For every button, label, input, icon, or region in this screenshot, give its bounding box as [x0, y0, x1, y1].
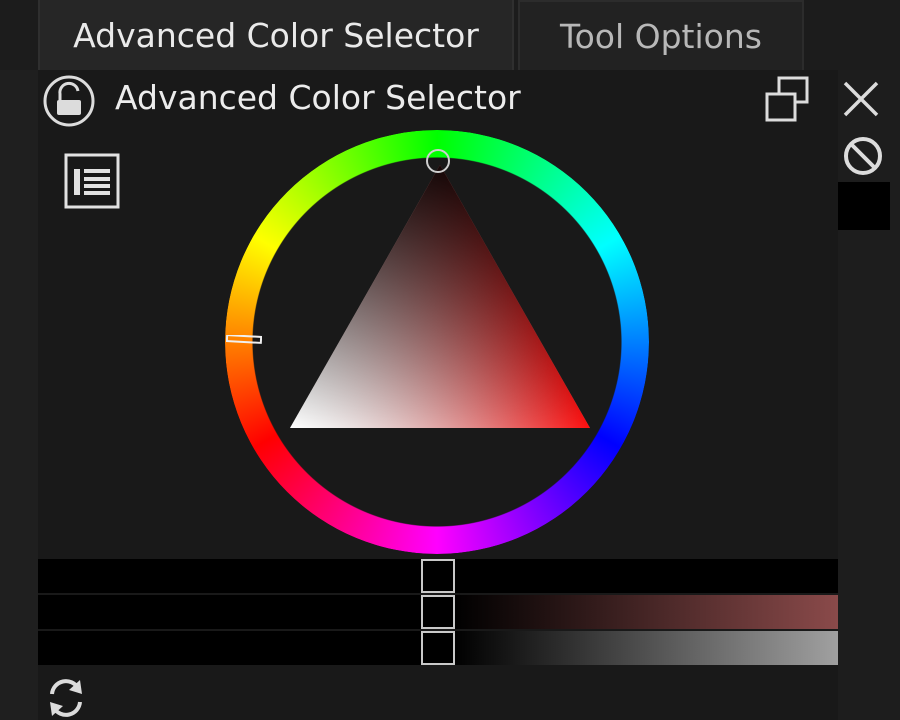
- saturation-slider-handle[interactable]: [421, 595, 455, 629]
- hue-slider-handle[interactable]: [421, 559, 455, 593]
- docker-title: Advanced Color Selector: [115, 78, 521, 117]
- lock-icon[interactable]: [42, 74, 96, 128]
- value-slider-handle[interactable]: [421, 631, 455, 665]
- tab-label: Tool Options: [560, 16, 762, 56]
- color-triangle[interactable]: [290, 165, 590, 430]
- triangle-color-marker[interactable]: [424, 147, 452, 175]
- tab-tool-options[interactable]: Tool Options: [518, 0, 804, 70]
- tab-label: Advanced Color Selector: [73, 15, 479, 55]
- no-color-icon[interactable]: [842, 135, 884, 177]
- hue-marker[interactable]: [225, 330, 263, 344]
- settings-icon[interactable]: [64, 153, 120, 209]
- current-color-swatch[interactable]: [838, 182, 890, 230]
- float-icon[interactable]: [763, 74, 813, 124]
- close-icon[interactable]: [840, 78, 882, 120]
- refresh-icon[interactable]: [44, 676, 88, 720]
- tab-advanced-color-selector[interactable]: Advanced Color Selector: [38, 0, 514, 70]
